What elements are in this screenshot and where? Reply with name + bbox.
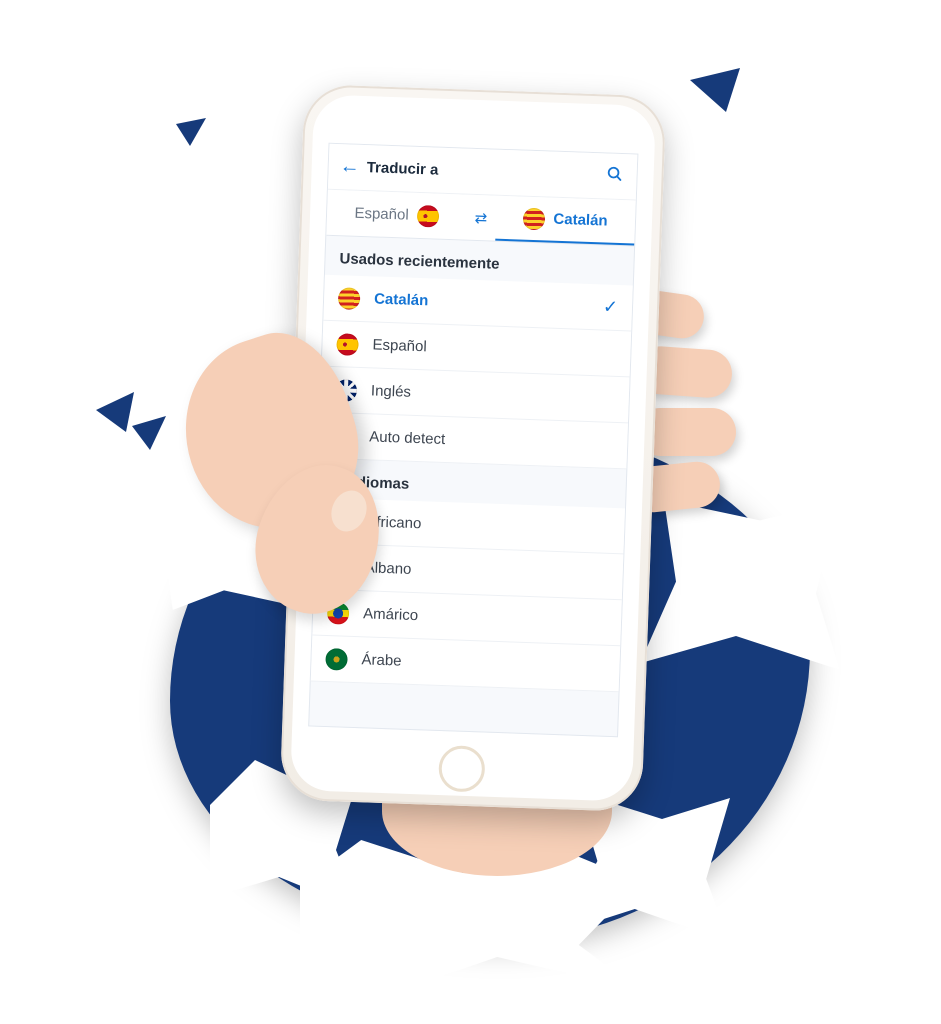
recent-list: Catalán ✓ Español Inglés AUTO Auto detect [319,275,633,470]
language-label: Catalán [374,290,589,314]
torn-paper [640,500,840,670]
torn-paper [300,840,640,990]
torn-paper [560,792,730,942]
language-label: Albano [364,559,608,585]
flag-icon [328,556,351,579]
swap-icon[interactable]: ⇄ [466,208,497,227]
flag-icon [338,287,361,310]
page-title: Traducir a [360,159,602,184]
source-language[interactable]: Español [326,190,466,240]
language-label: Amárico [363,605,607,631]
auto-detect-icon: AUTO [333,425,356,448]
language-label: Inglés [371,382,615,408]
flag-icon [336,333,359,356]
search-icon[interactable] [602,164,627,188]
target-language[interactable]: Catalán [495,196,635,246]
language-label: Auto detect [369,428,613,454]
back-icon[interactable]: ← [338,155,361,179]
flag-icon [523,207,546,230]
flag-icon [327,602,350,625]
language-list: Africano Albano Amárico Árabe [311,498,625,693]
app-screen: ← Traducir a Español ⇄ Catalán [308,143,638,737]
flag-icon [325,647,348,670]
language-label: Africano [366,513,610,539]
flag-icon [330,510,353,533]
language-label: Árabe [361,651,605,677]
language-row[interactable]: Árabe [311,636,620,693]
source-language-label: Español [354,205,409,224]
target-language-label: Catalán [553,211,608,230]
phone-mockup: ← Traducir a Español ⇄ Catalán [280,84,667,812]
flag-icon [416,204,439,227]
check-icon: ✓ [603,296,619,318]
language-label: Español [372,336,616,362]
flag-icon [335,379,358,402]
